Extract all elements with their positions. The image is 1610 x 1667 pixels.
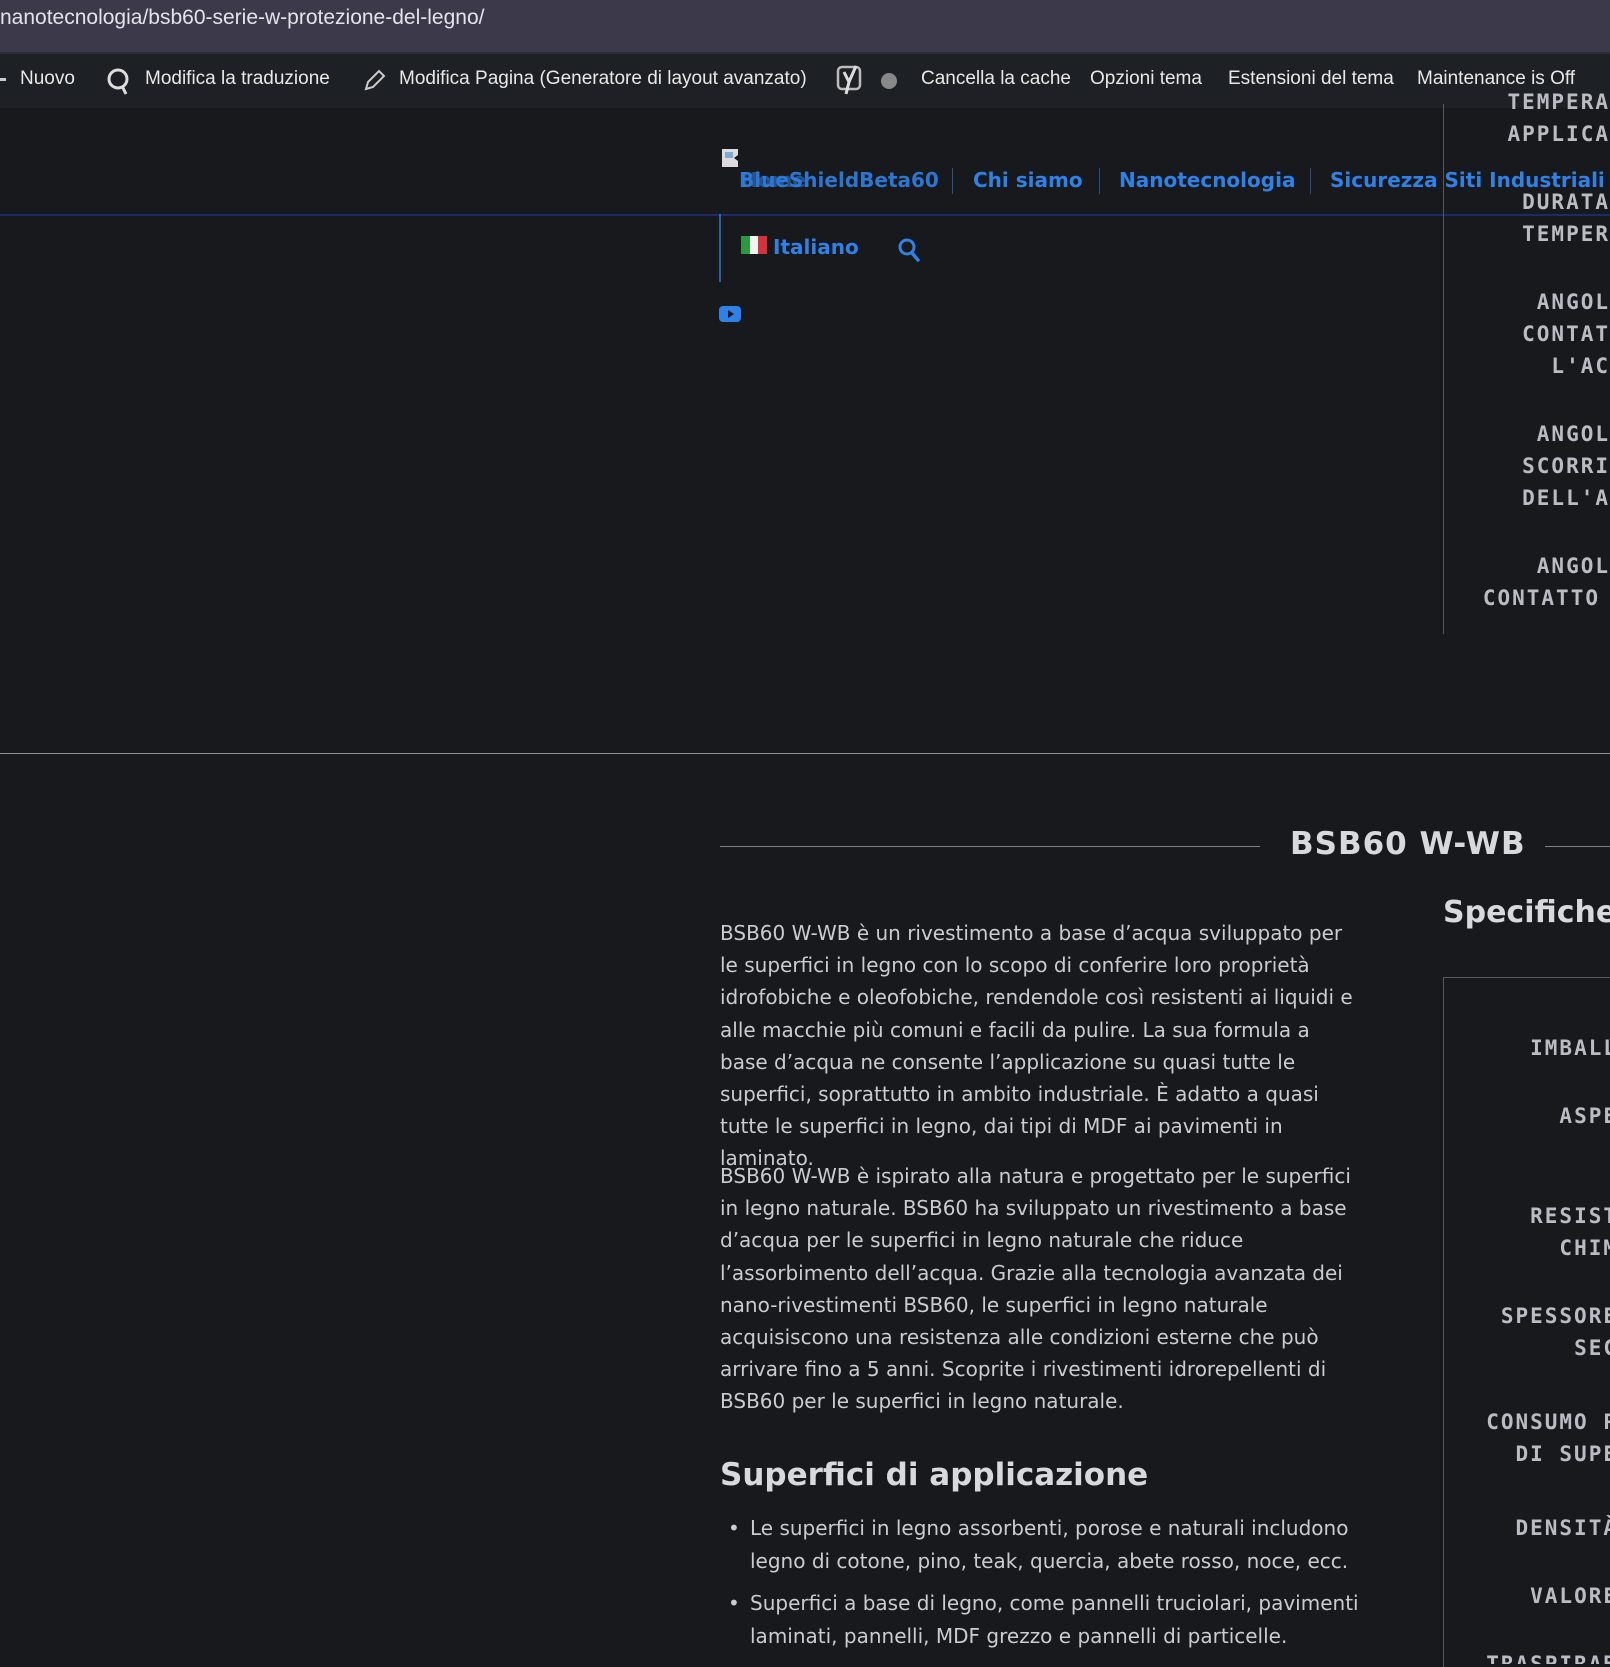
admin-theme-options-link[interactable]: Opzioni tema [1090, 68, 1202, 90]
seo-status-dot-icon [880, 72, 898, 90]
spec-label: CONTAT [1522, 322, 1610, 346]
title-rule-right [1545, 846, 1610, 847]
spec-label: L'AC [1551, 354, 1610, 378]
product-title: BSB60 W-WB [1290, 826, 1526, 862]
spec-label: TRASPIRAB [1486, 1652, 1610, 1664]
spec-label: ASPE [1559, 1104, 1610, 1128]
nav-separator [1310, 168, 1311, 194]
spec-label: CHIM [1559, 1236, 1610, 1260]
admin-menu-edge-icon [0, 78, 6, 81]
section-divider [0, 753, 1610, 754]
list-item: Le superfici in legno assorbenti, porose… [720, 1512, 1360, 1577]
spec-label: VALORE [1530, 1584, 1610, 1608]
specs-table-top-border [1443, 977, 1610, 978]
browser-address-bar[interactable]: nanotecnologia/bsb60-serie-w-protezione-… [0, 0, 1610, 54]
spec-label: DURATA [1522, 190, 1610, 214]
spec-label: ANGOL [1536, 290, 1610, 314]
admin-edit-translation-link[interactable]: Modifica la traduzione [145, 68, 330, 90]
yoast-seo-icon[interactable] [836, 64, 864, 96]
admin-maintenance-status[interactable]: Maintenance is Off [1417, 68, 1575, 90]
italian-flag-icon [741, 236, 768, 254]
spec-label: SCORRI [1522, 454, 1610, 478]
nav-home-link[interactable]: Home [741, 168, 806, 192]
applications-list: Le superfici in legno assorbenti, porose… [720, 1512, 1360, 1662]
specs-table: IMBALL ASPE RESIST CHIM SPESSORE SEC CON… [1444, 1020, 1610, 1664]
spec-label: APPLICA [1507, 122, 1610, 146]
header-divider [0, 214, 1610, 216]
spec-label: DI SUPE [1515, 1442, 1610, 1466]
product-description-paragraph: BSB60 W-WB è un rivestimento a base d’ac… [720, 921, 1353, 1171]
nav-separator [1099, 168, 1100, 194]
youtube-icon[interactable] [719, 306, 741, 326]
spec-label: CONTATTO [1482, 586, 1600, 610]
search-icon[interactable] [897, 237, 921, 267]
list-item: Superfici a base di legno, come pannelli… [720, 1587, 1360, 1652]
admin-toolbar: Nuovo Modifica la traduzione Modifica Pa… [0, 54, 1610, 108]
url-text[interactable]: nanotecnologia/bsb60-serie-w-protezione-… [0, 6, 484, 30]
nav-nanotech-link[interactable]: Nanotecnologia [1119, 168, 1295, 192]
applications-heading: Superfici di applicazione [720, 1457, 1149, 1493]
admin-theme-extensions-link[interactable]: Estensioni del tema [1228, 68, 1394, 90]
spec-label: DELL'A [1522, 486, 1610, 510]
spec-label: DENSITÀ [1515, 1516, 1610, 1540]
spec-label: TEMPERA [1507, 90, 1610, 114]
language-switcher[interactable]: Italiano [773, 235, 859, 259]
spec-label: SEC [1574, 1336, 1610, 1360]
spec-label: CONSUMO P [1486, 1410, 1610, 1434]
pencil-icon [363, 68, 387, 92]
nav-about-link[interactable]: Chi siamo [973, 168, 1083, 192]
spec-label: SPESSORE [1500, 1304, 1610, 1328]
header-vertical-divider [719, 214, 721, 282]
specs-top-labels: TEMPERA APPLICA DURATA TEMPER ANGOL CONT… [1444, 90, 1610, 650]
spec-label: ANGOL [1536, 422, 1610, 446]
spec-label: TEMPER [1522, 222, 1610, 246]
admin-edit-page-link[interactable]: Modifica Pagina (Generatore di layout av… [399, 68, 807, 90]
spec-label: IMBALL [1530, 1036, 1610, 1060]
spec-label: ANGOL [1536, 554, 1610, 578]
admin-new-link[interactable]: Nuovo [20, 68, 75, 90]
title-rule-left [720, 846, 1260, 847]
specs-heading: Specifiche [1443, 895, 1610, 930]
product-description-paragraph: BSB60 W-WB è ispirato alla natura e prog… [720, 1164, 1351, 1414]
spec-label: RESIST [1530, 1204, 1610, 1228]
admin-clear-cache-link[interactable]: Cancella la cache [921, 68, 1071, 90]
nav-separator [952, 168, 953, 194]
translate-icon[interactable] [106, 66, 132, 96]
